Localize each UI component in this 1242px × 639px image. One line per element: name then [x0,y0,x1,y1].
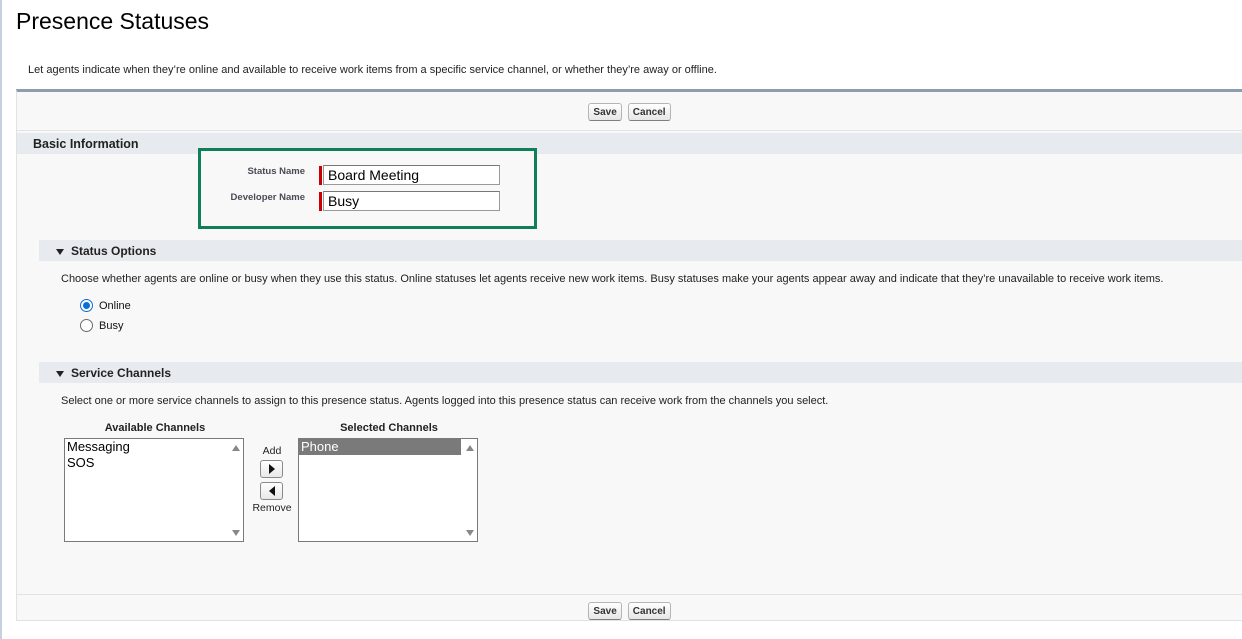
scroll-up-arrow-icon[interactable] [232,445,240,451]
left-border [0,0,2,639]
developer-name-input[interactable] [323,191,500,211]
remove-button[interactable] [260,482,283,500]
required-indicator-status-name [319,166,322,185]
collapse-triangle-icon [56,370,64,377]
scroll-down-arrow-icon[interactable] [232,530,240,536]
radio-online-label: Online [99,299,131,312]
radio-busy-control[interactable] [80,319,93,332]
available-option-messaging[interactable]: Messaging [65,439,227,455]
remove-label: Remove [252,502,292,514]
section-header-status-options[interactable]: Status Options [39,240,1242,261]
service-channels-description: Select one or more service channels to a… [61,395,829,407]
section-header-service-channels[interactable]: Service Channels [39,362,1242,383]
required-indicator-developer-name [319,192,322,211]
radio-online[interactable]: Online [80,299,131,312]
status-name-label: Status Name [247,166,305,177]
developer-name-label: Developer Name [230,192,305,203]
selected-channels-label: Selected Channels [340,422,438,434]
status-options-description: Choose whether agents are online or busy… [61,273,1164,285]
cancel-button-top[interactable]: Cancel [627,103,671,121]
available-channels-label: Available Channels [104,422,206,434]
status-name-input[interactable] [323,165,500,185]
radio-busy[interactable]: Busy [80,319,123,332]
arrow-left-icon [268,486,275,496]
scroll-down-arrow-icon[interactable] [466,530,474,536]
scroll-up-arrow-icon[interactable] [466,445,474,451]
arrow-right-icon [268,464,275,474]
add-label: Add [262,445,282,457]
top-divider [17,130,1242,131]
cancel-button-bottom[interactable]: Cancel [627,602,671,620]
radio-online-control[interactable] [80,299,93,312]
available-option-sos[interactable]: SOS [65,455,227,471]
service-channels-title: Service Channels [71,365,172,380]
page-title: Presence Statuses [16,8,210,34]
selected-option-phone[interactable]: Phone [299,439,461,455]
save-button-bottom[interactable]: Save [588,602,622,620]
bottom-button-row: Save Cancel [17,602,1242,620]
radio-busy-label: Busy [99,319,124,332]
add-button[interactable] [260,460,283,478]
selected-channels-list[interactable]: Phone [298,438,478,542]
top-button-row: Save Cancel [17,103,1242,121]
collapse-triangle-icon [56,248,64,255]
save-button-top[interactable]: Save [588,103,622,121]
available-channels-list[interactable]: Messaging SOS [64,438,244,542]
page-description: Let agents indicate when they’re online … [28,64,717,76]
edit-form: Save Cancel Basic Information Status Nam… [16,89,1242,621]
bottom-divider [17,594,1242,595]
highlight-box [198,148,537,229]
status-options-title: Status Options [71,243,157,258]
